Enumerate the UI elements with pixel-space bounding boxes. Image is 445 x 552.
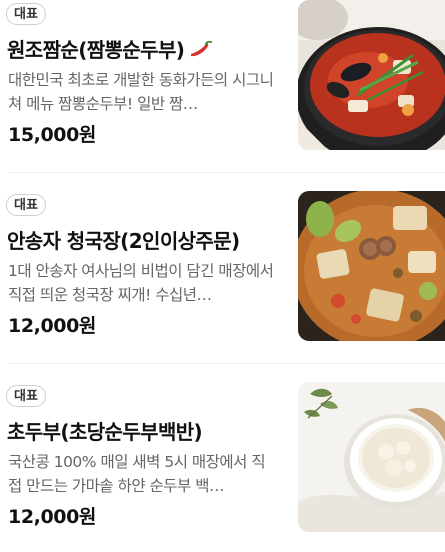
menu-item-price: 15,000원 (8, 124, 96, 146)
menu-item-photo[interactable] (298, 382, 445, 532)
divider (8, 172, 445, 173)
menu-item-chodubu[interactable]: 대표 초두부(초당순두부백반) 국산콩 100% 매일 새벽 5시 매장에서 직… (0, 382, 445, 552)
menu-item-title: 원조짬순(짬뽕순두부) (7, 34, 213, 63)
menu-item-description: 대한민국 최초로 개발한 동화가든의 시그니쳐 메뉴 짬뽕순두부! 일반 짬… (8, 71, 274, 113)
menu-item-price: 12,000원 (8, 506, 96, 528)
signature-badge: 대표 (6, 194, 46, 216)
menu-item-photo[interactable] (298, 191, 445, 341)
menu-item-jjampong-sundubu[interactable]: 대표 원조짬순(짬뽕순두부) 대한민국 최초로 개발한 동화가든의 시그니쳐 메… (0, 0, 445, 170)
signature-badge: 대표 (6, 3, 46, 25)
menu-item-title-text: 원조짬순(짬뽕순두부) (7, 38, 185, 62)
menu-item-description: 1대 안송자 여사님의 비법이 담긴 매장에서 직접 띄운 청국장 찌개! 수십… (8, 262, 274, 304)
signature-badge: 대표 (6, 385, 46, 407)
chili-pepper-icon (188, 40, 213, 58)
menu-item-title: 초두부(초당순두부백반) (7, 420, 203, 444)
menu-item-price: 12,000원 (8, 315, 96, 337)
menu-item-photo[interactable] (298, 0, 445, 150)
menu-item-cheonggukjang[interactable]: 대표 안송자 청국장(2인이상주문) 1대 안송자 여사님의 비법이 담긴 매장… (0, 191, 445, 361)
menu-item-description: 국산콩 100% 매일 새벽 5시 매장에서 직접 만드는 가마솥 하얀 순두부… (8, 453, 266, 495)
divider (8, 363, 445, 364)
menu-item-title: 안송자 청국장(2인이상주문) (7, 229, 240, 253)
menu-list: 대표 원조짬순(짬뽕순두부) 대한민국 최초로 개발한 동화가든의 시그니쳐 메… (0, 0, 445, 537)
